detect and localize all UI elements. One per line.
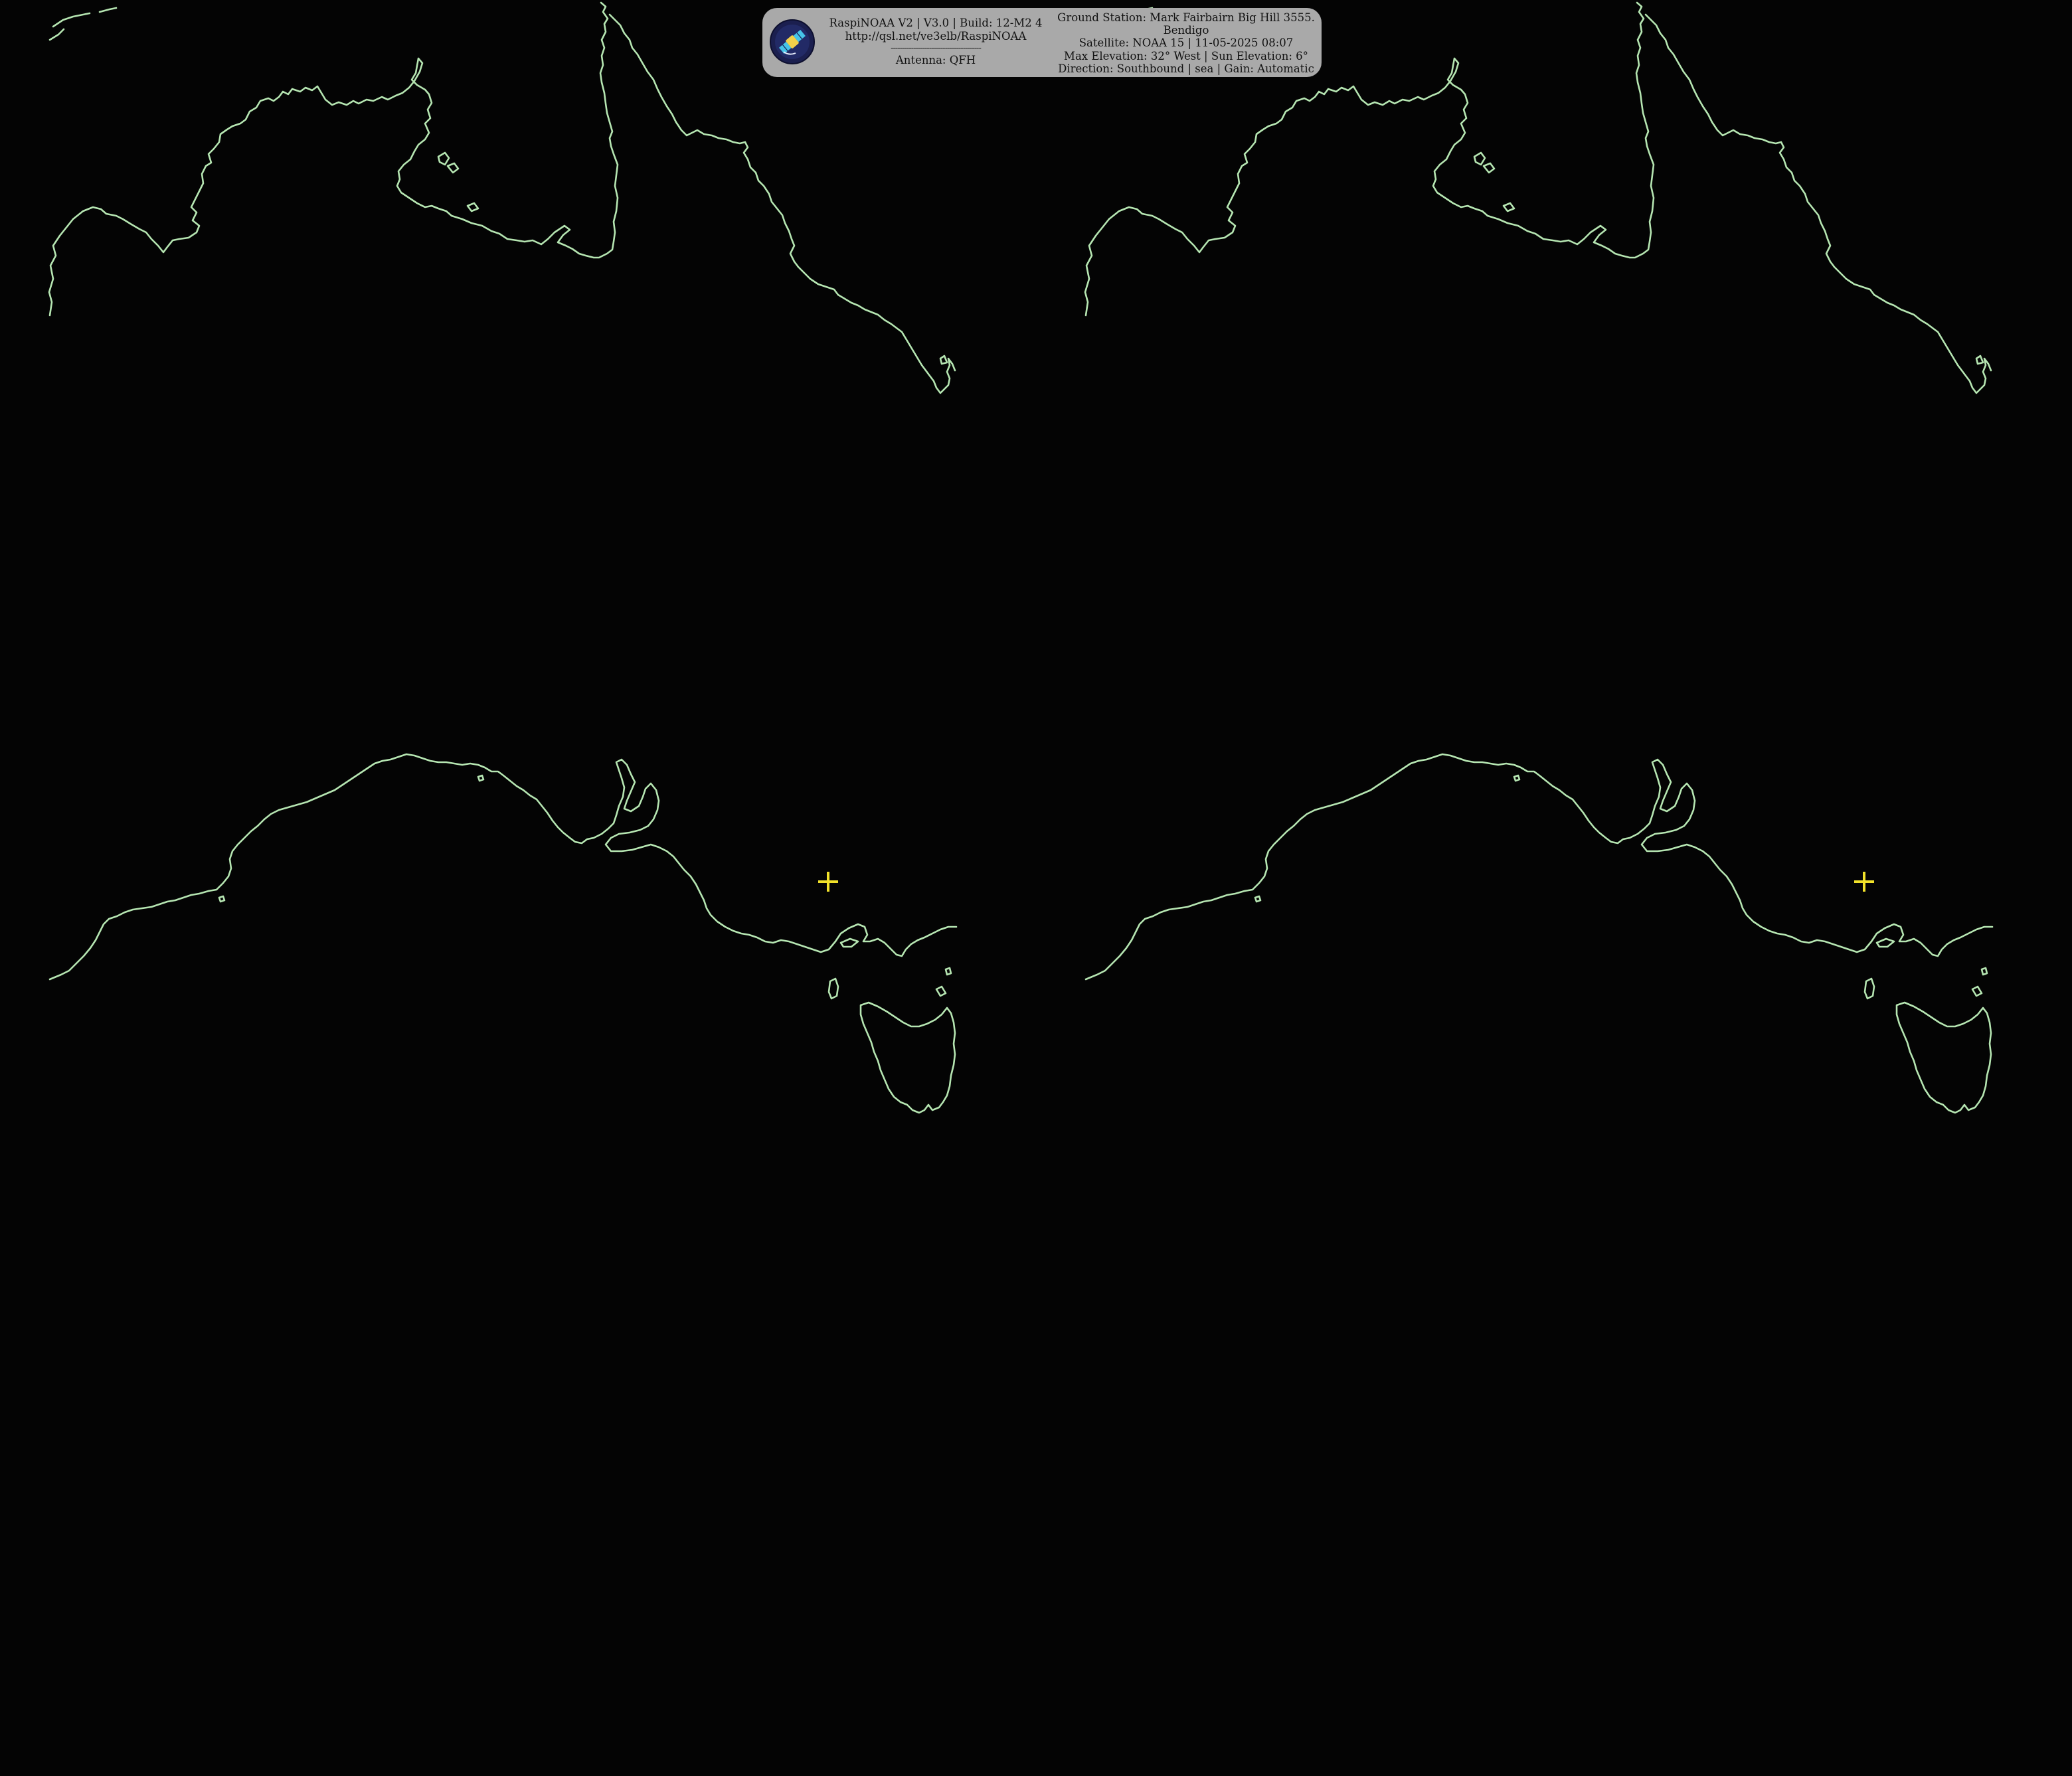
satellite-icon [770, 19, 815, 64]
ground-station: Ground Station: Mark Fairbairn Big Hill … [1057, 11, 1315, 24]
crosshair-icon [817, 870, 839, 893]
crosshair-icon [1853, 870, 1875, 893]
elevation-info: Max Elevation: 32° West | Sun Elevation:… [1064, 49, 1308, 62]
info-banner: RaspiNOAA V2 | V3.0 | Build: 12-M2 4 htt… [762, 8, 1322, 77]
panel-bottom-left [48, 753, 958, 1114]
pass-info: Ground Station: Mark Fairbairn Big Hill … [1056, 11, 1316, 75]
antenna-label: Antenna: QFH [895, 54, 976, 66]
direction-gain: Direction: Southbound | sea | Gain: Auto… [1058, 62, 1314, 75]
satellite-datetime: Satellite: NOAA 15 | 11-05-2025 08:07 [1079, 37, 1294, 50]
ground-station-city: Bendigo [1163, 24, 1209, 37]
separator-line: ---------------------------------------- [891, 43, 982, 53]
satellite-map [48, 1, 1994, 1114]
software-info: RaspiNOAA V2 | V3.0 | Build: 12-M2 4 htt… [823, 17, 1048, 67]
project-url: http://qsl.net/ve3elb/RaspiNOAA [845, 29, 1027, 42]
software-version: RaspiNOAA V2 | V3.0 | Build: 12-M2 4 [829, 17, 1043, 29]
panel-bottom-right [1084, 753, 1994, 1114]
